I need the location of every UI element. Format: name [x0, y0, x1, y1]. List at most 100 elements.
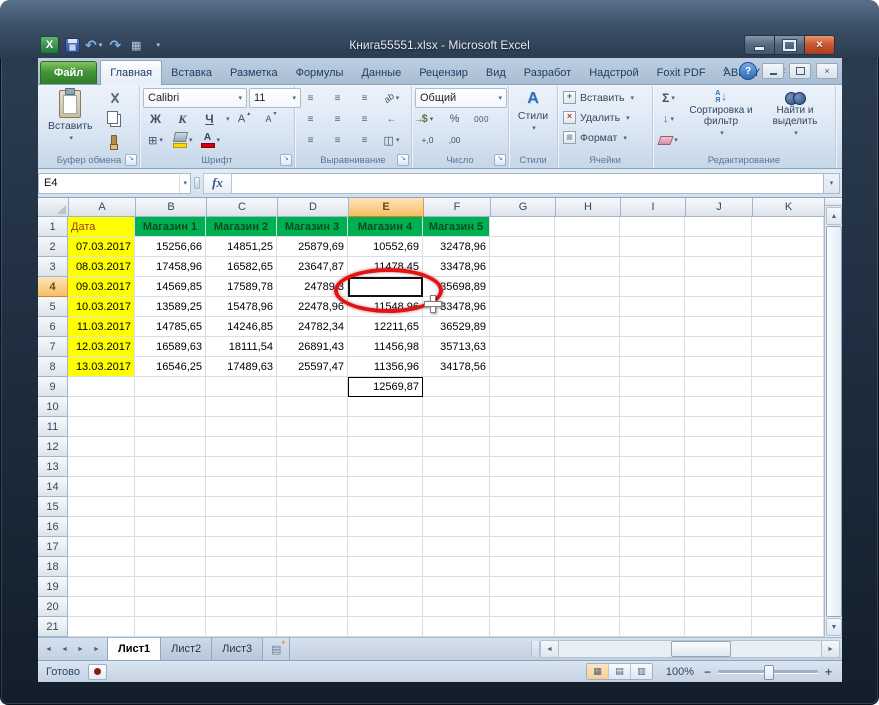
cell-B6[interactable]: 14785,65	[135, 317, 206, 337]
cell-B5[interactable]: 13589,25	[135, 297, 206, 317]
row-header-7[interactable]: 7	[38, 337, 68, 357]
group-label-editing[interactable]: Редактирование	[653, 154, 835, 168]
cell-H21[interactable]	[555, 617, 620, 637]
group-label-clipboard[interactable]: Буфер обмена	[39, 154, 139, 168]
zoom-in-button[interactable]: +	[823, 665, 834, 679]
column-header-K[interactable]: K	[753, 198, 825, 217]
cell-G5[interactable]	[490, 297, 555, 317]
cell-C20[interactable]	[206, 597, 277, 617]
cell-B7[interactable]: 16589,63	[135, 337, 206, 357]
cell-H4[interactable]	[555, 277, 620, 297]
cell-A3[interactable]: 08.03.2017	[68, 257, 135, 277]
cell-A5[interactable]: 10.03.2017	[68, 297, 135, 317]
cell-I2[interactable]	[620, 237, 685, 257]
cell-H15[interactable]	[555, 497, 620, 517]
cell-F1[interactable]: Магазин 5	[423, 217, 490, 237]
cell-A4[interactable]: 09.03.2017	[68, 277, 135, 297]
cell-A17[interactable]	[68, 537, 135, 557]
cell-B20[interactable]	[135, 597, 206, 617]
cell-D16[interactable]	[277, 517, 348, 537]
fill-button[interactable]: ↓	[656, 109, 681, 129]
align-top-button[interactable]: ≡	[298, 88, 323, 108]
insert-cells-button[interactable]: Вставить	[561, 88, 636, 107]
fill-color-button[interactable]	[170, 130, 196, 150]
cell-A1[interactable]: Дата	[68, 217, 135, 237]
cell-B17[interactable]	[135, 537, 206, 557]
cell-I8[interactable]	[620, 357, 685, 377]
cell-A6[interactable]: 11.03.2017	[68, 317, 135, 337]
cell-D13[interactable]	[277, 457, 348, 477]
cell-D11[interactable]	[277, 417, 348, 437]
sheet-tab-Лист1[interactable]: Лист1	[107, 638, 161, 660]
cell-J14[interactable]	[685, 477, 752, 497]
cell-H16[interactable]	[555, 517, 620, 537]
cell-E13[interactable]	[348, 457, 423, 477]
cell-K13[interactable]	[752, 457, 824, 477]
cell-C1[interactable]: Магазин 2	[206, 217, 277, 237]
horizontal-scroll-thumb[interactable]	[671, 641, 731, 657]
scroll-up-button[interactable]: ▲	[826, 207, 842, 225]
cell-F21[interactable]	[423, 617, 490, 637]
cell-H9[interactable]	[555, 377, 620, 397]
expand-formula-bar-button[interactable]: ▾	[824, 173, 840, 194]
cell-F18[interactable]	[423, 557, 490, 577]
cell-I5[interactable]	[620, 297, 685, 317]
select-all-corner[interactable]	[38, 198, 69, 217]
underline-button[interactable]: Ч	[197, 109, 222, 129]
cell-I20[interactable]	[620, 597, 685, 617]
cell-H20[interactable]	[555, 597, 620, 617]
cell-C15[interactable]	[206, 497, 277, 517]
cell-C2[interactable]: 14851,25	[206, 237, 277, 257]
previous-sheet-button[interactable]: ◄	[57, 642, 72, 657]
cell-H14[interactable]	[555, 477, 620, 497]
cell-E10[interactable]	[348, 397, 423, 417]
cell-D7[interactable]: 26891,43	[277, 337, 348, 357]
cell-B21[interactable]	[135, 617, 206, 637]
decrease-decimal-button[interactable]: ,00	[442, 130, 467, 150]
cell-J16[interactable]	[685, 517, 752, 537]
cell-G13[interactable]	[490, 457, 555, 477]
cell-G8[interactable]	[490, 357, 555, 377]
workbook-minimize-button[interactable]	[762, 63, 784, 79]
name-box-dropdown-icon[interactable]: ▾	[179, 174, 190, 193]
sheet-tab-Лист3[interactable]: Лист3	[212, 638, 263, 660]
column-header-D[interactable]: D	[278, 198, 349, 217]
cell-C16[interactable]	[206, 517, 277, 537]
cell-E6[interactable]: 12211,65	[348, 317, 423, 337]
cell-A20[interactable]	[68, 597, 135, 617]
comma-style-button[interactable]: 000	[469, 109, 494, 129]
group-label-cells[interactable]: Ячейки	[558, 154, 652, 168]
cell-F20[interactable]	[423, 597, 490, 617]
cell-H1[interactable]	[555, 217, 620, 237]
view-page-layout-button[interactable]: ▤	[609, 664, 631, 679]
ribbon-tab-Разметка[interactable]: Разметка	[221, 62, 287, 84]
save-button[interactable]	[64, 37, 80, 53]
ribbon-tab-Разработ[interactable]: Разработ	[515, 62, 580, 84]
row-header-5[interactable]: 5	[38, 297, 68, 317]
scroll-down-button[interactable]: ▼	[826, 618, 842, 636]
column-header-C[interactable]: C	[207, 198, 278, 217]
cell-H13[interactable]	[555, 457, 620, 477]
cell-G4[interactable]	[490, 277, 555, 297]
cell-J5[interactable]	[685, 297, 752, 317]
scroll-right-button[interactable]: ►	[821, 640, 840, 658]
justify-button-1[interactable]: ≡	[298, 130, 323, 150]
cell-J21[interactable]	[685, 617, 752, 637]
paste-button[interactable]: Вставить	[42, 88, 99, 144]
bold-button[interactable]: Ж	[143, 109, 168, 129]
column-header-I[interactable]: I	[621, 198, 686, 217]
orientation-button[interactable]: ab	[379, 88, 404, 108]
workbook-restore-button[interactable]	[789, 63, 811, 79]
cell-G20[interactable]	[490, 597, 555, 617]
row-header-9[interactable]: 9	[38, 377, 68, 397]
cell-I19[interactable]	[620, 577, 685, 597]
cell-K1[interactable]	[752, 217, 824, 237]
cell-D15[interactable]	[277, 497, 348, 517]
cell-A11[interactable]	[68, 417, 135, 437]
cell-J4[interactable]	[685, 277, 752, 297]
cell-G1[interactable]	[490, 217, 555, 237]
column-header-B[interactable]: B	[136, 198, 207, 217]
cell-I18[interactable]	[620, 557, 685, 577]
cell-B1[interactable]: Магазин 1	[135, 217, 206, 237]
cell-D8[interactable]: 25597,47	[277, 357, 348, 377]
